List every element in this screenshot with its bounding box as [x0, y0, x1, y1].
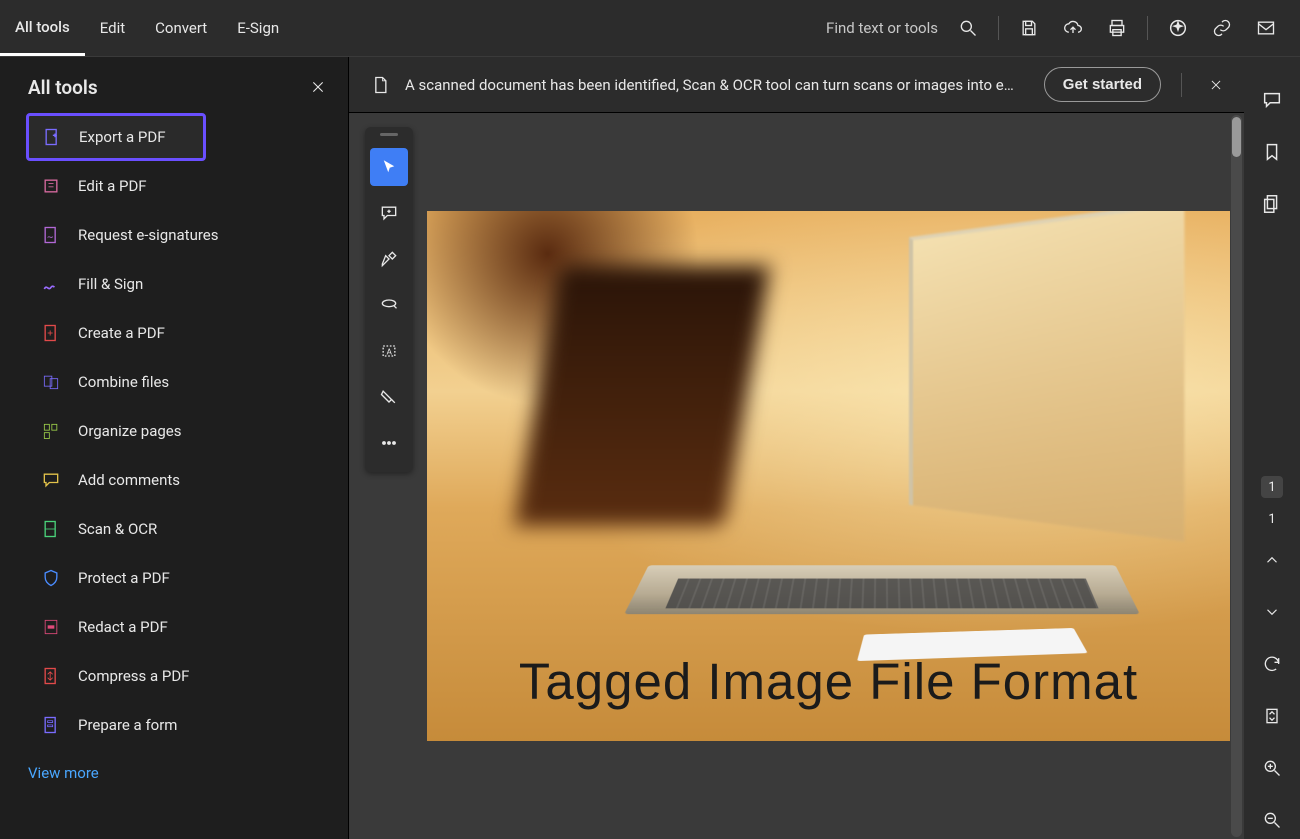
- page-up-icon[interactable]: [1253, 541, 1291, 579]
- compress-icon: [40, 665, 62, 687]
- pages-panel-icon[interactable]: [1253, 185, 1291, 223]
- export-pdf-icon: [41, 126, 63, 148]
- redact-icon: [40, 616, 62, 638]
- print-icon[interactable]: [1097, 8, 1137, 48]
- more-tools-icon[interactable]: [370, 424, 408, 462]
- cloud-upload-icon[interactable]: [1053, 8, 1093, 48]
- page-down-icon[interactable]: [1253, 593, 1291, 631]
- tool-combine-files[interactable]: Combine files: [28, 358, 320, 406]
- tool-label: Edit a PDF: [78, 177, 147, 195]
- close-sidebar-icon[interactable]: [306, 75, 330, 99]
- fit-page-icon[interactable]: [1253, 697, 1291, 735]
- top-right-actions: Find text or tools: [826, 8, 1300, 48]
- get-started-button[interactable]: Get started: [1044, 67, 1161, 102]
- svg-text:A: A: [387, 347, 393, 357]
- divider: [1181, 73, 1182, 97]
- divider: [998, 16, 999, 40]
- divider: [1147, 16, 1148, 40]
- floating-toolbar: A: [365, 127, 413, 472]
- scan-ocr-icon: [40, 518, 62, 540]
- nav-edit[interactable]: Edit: [85, 0, 140, 56]
- zoom-out-icon[interactable]: [1253, 801, 1291, 839]
- document-canvas[interactable]: A Tagged Image File Format: [349, 113, 1244, 839]
- sidebar-title: All tools: [28, 76, 98, 99]
- ocr-banner: A scanned document has been identified, …: [349, 57, 1244, 113]
- comment-icon: [40, 469, 62, 491]
- highlight-tool[interactable]: [370, 240, 408, 278]
- nav-esign[interactable]: E-Sign: [222, 0, 294, 56]
- combine-icon: [40, 371, 62, 393]
- tool-label: Create a PDF: [78, 324, 165, 342]
- top-bar: All tools Edit Convert E-Sign Find text …: [0, 0, 1300, 57]
- create-pdf-icon: [40, 322, 62, 344]
- main-column: A scanned document has been identified, …: [349, 57, 1244, 839]
- bookmarks-panel-icon[interactable]: [1253, 133, 1291, 171]
- tools-list: Export a PDF Edit a PDF Request e-signat…: [0, 113, 348, 750]
- scrollbar[interactable]: [1231, 115, 1242, 837]
- search-hint[interactable]: Find text or tools: [826, 19, 938, 37]
- link-icon[interactable]: [1202, 8, 1242, 48]
- photo-element: [909, 211, 1184, 542]
- sidebar: All tools Export a PDF Edit a PDF: [0, 57, 349, 839]
- tool-label: Add comments: [78, 471, 180, 489]
- top-nav: All tools Edit Convert E-Sign: [0, 0, 294, 56]
- document-icon: [369, 74, 391, 96]
- scroll-thumb[interactable]: [1232, 117, 1241, 157]
- zoom-in-icon[interactable]: [1253, 749, 1291, 787]
- tool-label: Protect a PDF: [78, 569, 170, 587]
- select-tool[interactable]: [370, 148, 408, 186]
- tool-fill-sign[interactable]: Fill & Sign: [28, 260, 320, 308]
- tool-scan-ocr[interactable]: Scan & OCR: [28, 505, 320, 553]
- tool-add-comments[interactable]: Add comments: [28, 456, 320, 504]
- protect-icon: [40, 567, 62, 589]
- photo-element: [665, 579, 1098, 609]
- edit-pdf-icon: [40, 175, 62, 197]
- add-note-tool[interactable]: [370, 194, 408, 232]
- tool-label: Redact a PDF: [78, 618, 168, 636]
- tool-redact-pdf[interactable]: Redact a PDF: [28, 603, 320, 651]
- tool-protect-pdf[interactable]: Protect a PDF: [28, 554, 320, 602]
- tool-label: Organize pages: [78, 422, 181, 440]
- text-box-tool[interactable]: A: [370, 332, 408, 370]
- tool-label: Fill & Sign: [78, 275, 143, 293]
- tool-label: Compress a PDF: [78, 667, 189, 685]
- save-icon[interactable]: [1009, 8, 1049, 48]
- draw-tool[interactable]: [370, 286, 408, 324]
- view-more-link[interactable]: View more: [0, 750, 348, 796]
- close-banner-icon[interactable]: [1202, 71, 1230, 99]
- tool-label: Request e-signatures: [78, 226, 219, 244]
- nav-all-tools[interactable]: All tools: [0, 0, 85, 56]
- total-pages: 1: [1268, 512, 1275, 527]
- page-caption: Tagged Image File Format: [427, 652, 1230, 711]
- right-rail: 1 1: [1244, 57, 1300, 839]
- signature-icon: [40, 224, 62, 246]
- tool-label: Export a PDF: [79, 128, 166, 146]
- nav-convert[interactable]: Convert: [140, 0, 222, 56]
- organize-icon: [40, 420, 62, 442]
- tool-compress-pdf[interactable]: Compress a PDF: [28, 652, 320, 700]
- tool-create-pdf[interactable]: Create a PDF: [28, 309, 320, 357]
- sign-tool[interactable]: [370, 378, 408, 416]
- ai-assistant-icon[interactable]: [1158, 8, 1198, 48]
- drag-handle-icon[interactable]: [380, 133, 398, 136]
- fill-sign-icon: [40, 273, 62, 295]
- tool-label: Prepare a form: [78, 716, 177, 734]
- tool-organize-pages[interactable]: Organize pages: [28, 407, 320, 455]
- tool-label: Scan & OCR: [78, 520, 157, 538]
- tool-edit-pdf[interactable]: Edit a PDF: [28, 162, 320, 210]
- tool-export-pdf[interactable]: Export a PDF: [26, 113, 206, 161]
- mail-icon[interactable]: [1246, 8, 1286, 48]
- comments-panel-icon[interactable]: [1253, 81, 1291, 119]
- search-icon[interactable]: [948, 8, 988, 48]
- form-icon: [40, 714, 62, 736]
- tool-request-signatures[interactable]: Request e-signatures: [28, 211, 320, 259]
- current-page-indicator[interactable]: 1: [1261, 476, 1283, 498]
- tool-prepare-form[interactable]: Prepare a form: [28, 701, 320, 749]
- tool-label: Combine files: [78, 373, 169, 391]
- document-page[interactable]: Tagged Image File Format: [427, 211, 1230, 741]
- banner-message: A scanned document has been identified, …: [405, 76, 1030, 94]
- rotate-icon[interactable]: [1253, 645, 1291, 683]
